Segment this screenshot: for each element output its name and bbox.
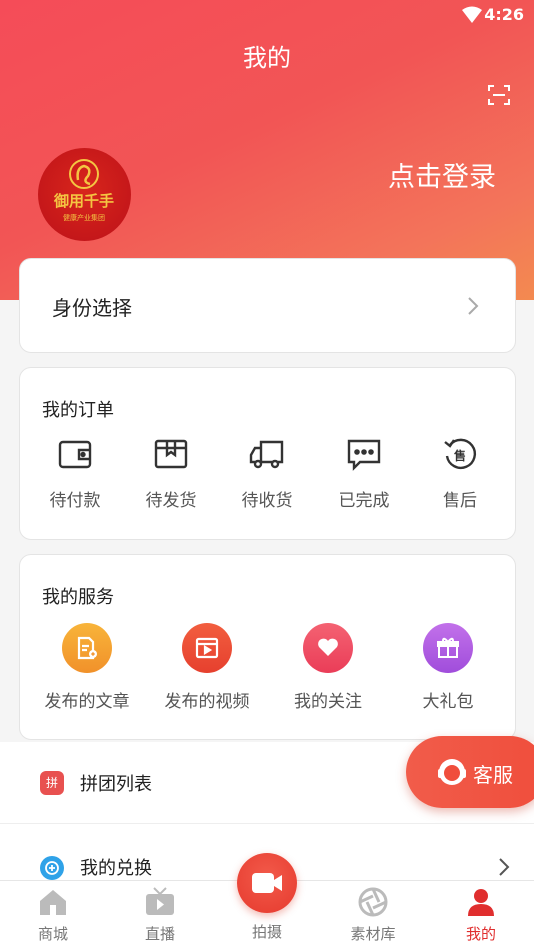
tab-live[interactable]: 直播 [107, 881, 213, 949]
identity-select-card[interactable]: 身份选择 [19, 258, 516, 353]
package-icon [154, 439, 188, 469]
service-my-articles[interactable]: 发布的文章 [22, 623, 152, 712]
page-title: 我的 [243, 44, 291, 72]
service-gift-pack[interactable]: 大礼包 [383, 623, 513, 712]
order-pending-shipment[interactable]: 待发货 [131, 436, 211, 511]
tab-label: 我的 [465, 925, 496, 943]
svg-text:健康产业集团: 健康产业集团 [63, 213, 105, 222]
tv-icon [146, 887, 174, 915]
article-icon [62, 623, 112, 673]
order-pending-receipt[interactable]: 待收货 [227, 436, 307, 511]
service-label: 大礼包 [422, 692, 474, 712]
tab-mine[interactable]: 我的 [428, 881, 534, 949]
svg-text:御用千手: 御用千手 [53, 192, 114, 210]
my-orders-card: 我的订单 待付款 待发货 待收货 已完成 售 售后 [19, 367, 516, 540]
tab-label: 直播 [144, 925, 175, 943]
chevron-right-icon [468, 297, 479, 315]
order-label: 已完成 [338, 491, 390, 511]
user-icon [468, 889, 494, 916]
home-icon [40, 890, 66, 915]
after-sale-icon: 售 [444, 438, 477, 469]
order-after-sale[interactable]: 售 售后 [420, 436, 500, 511]
chevron-right-icon [499, 858, 510, 876]
service-label: 发布的文章 [44, 692, 130, 712]
order-label: 售后 [443, 491, 477, 511]
heart-icon [303, 623, 353, 673]
tab-shoot-label: 拍摄 [251, 923, 282, 941]
gift-icon [423, 623, 473, 673]
headset-icon [438, 759, 466, 785]
order-label: 待付款 [49, 491, 101, 511]
tab-mall[interactable]: 商城 [0, 881, 106, 949]
truck-icon [249, 440, 284, 469]
wallet-icon [58, 440, 92, 469]
login-link[interactable]: 点击登录 [388, 155, 496, 194]
scan-icon[interactable] [487, 83, 511, 107]
tab-label: 素材库 [350, 925, 396, 943]
status-bar: 4:26 [0, 0, 534, 30]
service-label: 我的关注 [294, 692, 362, 712]
my-exchange-label: 我的兑换 [80, 858, 152, 879]
tab-shoot-button[interactable] [237, 853, 297, 913]
avatar[interactable]: 御用千手 健康产业集团 [38, 148, 131, 241]
customer-service-label: 客服 [473, 763, 513, 787]
exchange-icon [40, 856, 64, 880]
aperture-icon [358, 887, 388, 917]
order-label: 待发货 [145, 491, 197, 511]
message-dots-icon [347, 439, 381, 471]
order-pending-payment[interactable]: 待付款 [35, 436, 115, 511]
video-icon [182, 623, 232, 673]
status-time: 4:26 [484, 5, 524, 24]
customer-service-button[interactable]: 客服 [406, 736, 534, 808]
group-buy-icon: 拼 [40, 771, 64, 795]
svg-text:售: 售 [454, 448, 466, 463]
wifi-icon [462, 6, 482, 23]
my-services-title: 我的服务 [42, 587, 114, 608]
service-my-videos[interactable]: 发布的视频 [142, 623, 272, 712]
group-buy-label: 拼团列表 [80, 774, 152, 795]
order-label: 待收货 [241, 491, 293, 511]
brand-logo: 御用千手 健康产业集团 [53, 159, 114, 222]
tab-label: 商城 [37, 925, 68, 943]
identity-select-label: 身份选择 [52, 296, 132, 320]
order-completed[interactable]: 已完成 [324, 436, 404, 511]
service-my-follows[interactable]: 我的关注 [263, 623, 393, 712]
my-orders-title: 我的订单 [42, 400, 114, 421]
my-services-card: 我的服务 发布的文章 发布的视频 我的关注 大礼包 [19, 554, 516, 740]
service-label: 发布的视频 [164, 692, 250, 712]
camera-icon [252, 873, 282, 893]
tab-materials[interactable]: 素材库 [320, 881, 426, 949]
